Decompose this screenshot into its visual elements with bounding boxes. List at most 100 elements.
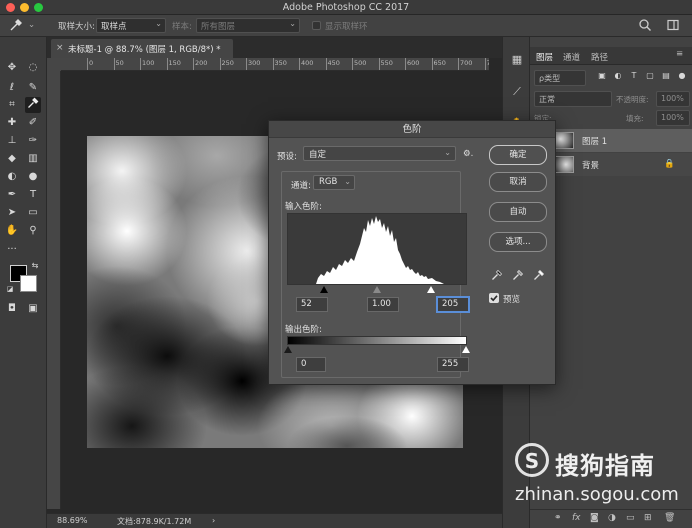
output-white-field[interactable]: 255 <box>437 357 469 372</box>
new-group-icon[interactable]: ▭ <box>626 513 635 523</box>
channel-select[interactable]: RGB ⌄ <box>313 175 355 190</box>
ok-button[interactable]: 确定 <box>489 145 547 165</box>
blur-tool-icon[interactable]: ◐ <box>4 169 20 185</box>
clone-stamp-tool-icon[interactable]: ⊥ <box>4 133 20 149</box>
layer-filter-select[interactable]: ρ类型 <box>534 70 586 86</box>
swap-colors-icon[interactable]: ⇆ <box>30 261 40 271</box>
healing-brush-tool-icon[interactable]: ✚ <box>4 115 20 131</box>
zoom-readout[interactable]: 88.69% <box>57 516 88 525</box>
zoom-tool-icon[interactable]: ⚲ <box>25 223 41 239</box>
type-tool-icon[interactable]: T <box>25 187 41 203</box>
cancel-button[interactable]: 取消 <box>489 172 547 192</box>
gray-point-eyedropper-icon[interactable] <box>512 269 524 281</box>
preset-options-gear-icon[interactable]: ⚙. <box>463 149 473 159</box>
status-menu-arrow-icon[interactable]: › <box>212 516 215 525</box>
lasso-tool-icon[interactable]: ℓ <box>4 80 20 96</box>
app-title: Adobe Photoshop CC 2017 <box>282 2 410 13</box>
ruler-tick-mark <box>378 58 380 70</box>
delete-layer-icon[interactable]: 🗑 <box>664 513 675 523</box>
blend-mode-select[interactable]: 正常 <box>534 91 612 107</box>
hand-tool-icon[interactable]: ✋ <box>4 223 20 239</box>
rectangle-tool-icon[interactable]: ▭ <box>25 205 41 221</box>
filter-pixel-icon[interactable]: ▣ <box>596 70 608 82</box>
input-white-slider[interactable] <box>427 286 435 293</box>
sample-label: 样本: <box>172 22 192 32</box>
input-black-field[interactable]: 52 <box>296 297 328 312</box>
options-button[interactable]: 选项... <box>489 232 547 252</box>
ruler-tick-label: 650 <box>433 59 446 67</box>
document-tab-bar: × 未标题-1 @ 88.7% (图层 1, RGB/8*) * <box>47 37 502 58</box>
ruler-tick-mark <box>272 58 274 70</box>
show-ring-checkbox[interactable] <box>312 21 321 30</box>
pen-tool-icon[interactable]: ✒ <box>4 187 20 203</box>
black-point-eyedropper-icon[interactable] <box>491 269 503 281</box>
document-tab[interactable]: × 未标题-1 @ 88.7% (图层 1, RGB/8*) * <box>51 39 233 58</box>
eraser-tool-icon[interactable]: ◆ <box>4 151 20 167</box>
filter-shape-icon[interactable]: ▢ <box>644 70 656 82</box>
input-black-slider[interactable] <box>320 286 328 293</box>
tab-channels[interactable]: 通道 <box>563 51 580 63</box>
layer-style-icon[interactable]: fx <box>572 513 581 523</box>
gradient-tool-icon[interactable]: ▥ <box>25 151 41 167</box>
sample-select[interactable]: 所有图层 ⌄ <box>196 18 300 33</box>
add-mask-icon[interactable]: ◙ <box>590 513 599 523</box>
marquee-tool-icon[interactable]: ◌ <box>25 60 41 76</box>
input-white-field[interactable]: 205 <box>437 297 469 312</box>
move-tool-icon[interactable]: ✥ <box>4 60 20 76</box>
preview-checkbox[interactable] <box>489 293 499 303</box>
adjustment-layer-icon[interactable]: ◑ <box>608 513 616 523</box>
chevron-down-icon[interactable]: ⌄ <box>28 20 35 30</box>
tab-paths[interactable]: 路径 <box>591 51 608 63</box>
output-white-slider[interactable] <box>462 346 470 353</box>
eyedropper-tool-icon[interactable] <box>25 97 41 113</box>
ruler-tick-mark <box>246 58 247 70</box>
sample-size-select[interactable]: 取样点 ⌄ <box>96 18 166 33</box>
output-black-field[interactable]: 0 <box>296 357 326 372</box>
ruler-tick-label: 450 <box>327 59 340 67</box>
panel-menu-icon[interactable]: ≡ <box>676 49 683 59</box>
path-selection-tool-icon[interactable]: ➤ <box>4 205 20 221</box>
search-icon[interactable] <box>637 18 653 34</box>
sample-value: 所有图层 <box>201 22 236 32</box>
brush-tool-icon[interactable]: ✐ <box>25 115 41 131</box>
background-color-swatch[interactable] <box>20 275 37 292</box>
filter-smart-icon[interactable]: ▤ <box>660 70 672 82</box>
chevron-down-icon: ⌄ <box>344 177 351 186</box>
preset-value: 自定 <box>309 150 327 160</box>
more-tools-icon[interactable]: ··· <box>4 242 20 258</box>
filter-toggle-icon[interactable]: ● <box>676 70 688 82</box>
opacity-field[interactable]: 100% <box>656 91 690 107</box>
fill-value: 100% <box>661 113 684 122</box>
ruler-tick-mark <box>219 58 221 70</box>
filter-type-icon[interactable]: T <box>628 70 640 82</box>
layer-name: 背景 <box>582 161 600 171</box>
eyedropper-tool-preset-icon[interactable] <box>8 18 24 34</box>
new-layer-icon[interactable]: ⊞ <box>644 513 652 523</box>
opacity-label: 不透明度: <box>616 95 649 104</box>
link-layers-icon[interactable]: ⚭ <box>554 513 562 523</box>
default-colors-icon[interactable]: ◪ <box>5 284 15 294</box>
workspace-icon[interactable] <box>665 18 681 34</box>
input-gamma-slider[interactable] <box>373 286 381 293</box>
logo-letter: S <box>524 449 540 473</box>
input-gamma-value: 1.00 <box>372 299 391 309</box>
preset-select[interactable]: 自定 ⌄ <box>303 146 456 161</box>
ruler-tick-mark <box>484 58 486 70</box>
libraries-icon[interactable]: ▦ <box>510 53 524 67</box>
ruler-tick-mark <box>325 58 327 70</box>
close-tab-icon[interactable]: × <box>56 43 64 53</box>
history-brush-tool-icon[interactable]: ✑ <box>25 133 41 149</box>
dodge-tool-icon[interactable]: ● <box>25 169 41 185</box>
auto-button[interactable]: 自动 <box>489 202 547 222</box>
output-black-slider[interactable] <box>284 346 292 353</box>
screen-mode-icon[interactable]: ▣ <box>25 301 41 317</box>
crop-tool-icon[interactable]: ⌗ <box>4 97 20 113</box>
curves-adjustment-icon[interactable]: ⟋ <box>510 85 524 99</box>
white-point-eyedropper-icon[interactable] <box>533 269 545 281</box>
filter-adjust-icon[interactable]: ◐ <box>612 70 624 82</box>
quick-mask-icon[interactable]: ◘ <box>4 301 20 317</box>
input-gamma-field[interactable]: 1.00 <box>367 297 399 312</box>
tab-layers[interactable]: 图层 <box>536 51 553 63</box>
quick-select-tool-icon[interactable]: ✎ <box>25 80 41 96</box>
fill-field[interactable]: 100% <box>656 110 690 126</box>
